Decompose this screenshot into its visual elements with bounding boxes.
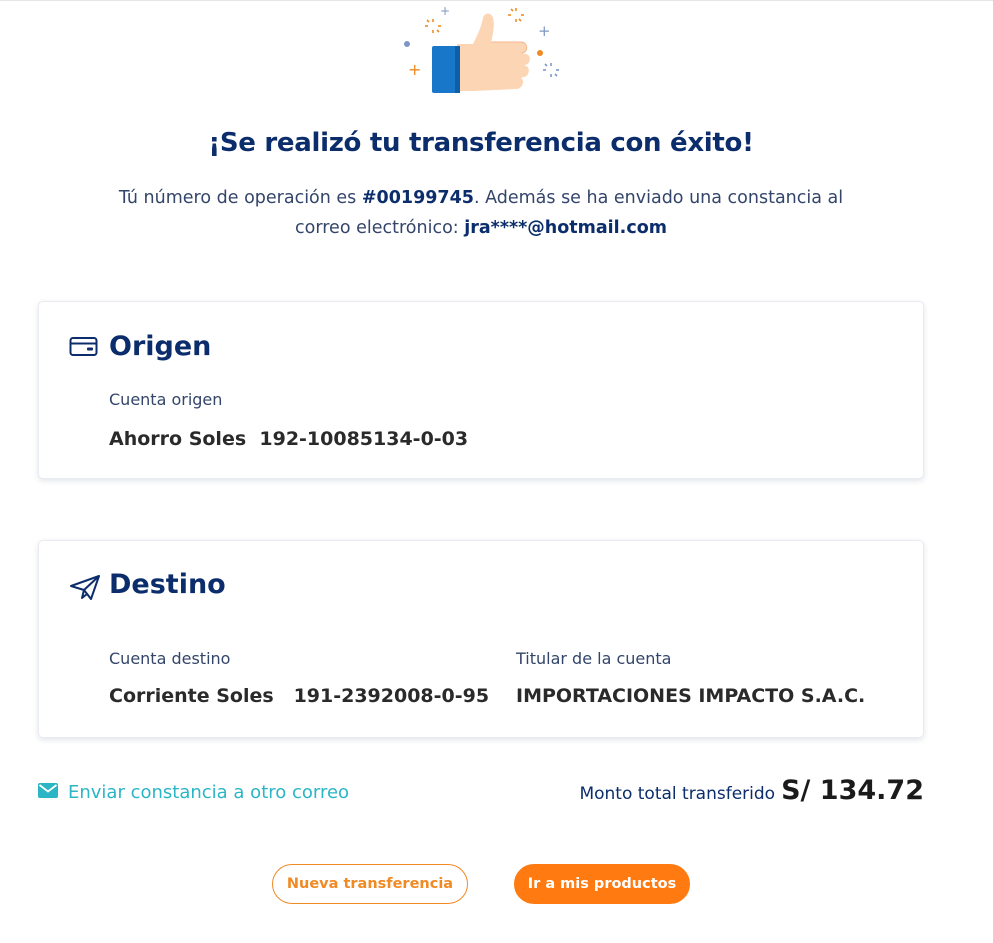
origin-card: Origen Cuenta origen Ahorro Soles 192-10… [38,301,924,479]
holder-label: Titular de la cuenta [516,649,672,668]
origin-account-number: 192-10085134-0-03 [259,428,469,450]
destination-account-value: Corriente Soles 191-2392008-0-95 [109,685,489,707]
destination-account-label: Cuenta destino [109,649,231,668]
svg-text:+: + [408,60,421,79]
card-icon [69,335,99,364]
send-receipt-link[interactable]: Enviar constancia a otro correo [38,782,349,803]
operation-prefix: Tú número de operación es [118,188,362,208]
origin-account-value: Ahorro Soles 192-10085134-0-03 [109,428,468,450]
origin-title: Origen [109,331,212,362]
destination-account-number: 191-2392008-0-95 [293,685,490,707]
page-title: ¡Se realizó tu transferencia con éxito! [208,128,754,158]
origin-account-type: Ahorro Soles [109,428,247,450]
holder-name: IMPORTACIONES IMPACTO S.A.C. [516,685,866,707]
masked-email: jra****@hotmail.com [464,218,667,238]
envelope-icon [38,782,58,803]
destination-title: Destino [109,569,226,600]
total-amount-row: Monto total transferido S/ 134.72 [579,775,924,806]
total-label: Monto total transferido [579,784,776,804]
thumbs-up-icon: + + + [395,2,565,102]
new-transfer-button[interactable]: Nueva transferencia [272,864,468,904]
total-amount: S/ 134.72 [781,775,924,806]
go-to-products-button[interactable]: Ir a mis productos [514,864,690,904]
destination-account-type: Corriente Soles [109,685,274,707]
top-divider [0,0,993,1]
operation-number: #00199745 [361,188,474,208]
svg-text:+: + [440,4,450,18]
destination-card: Destino Cuenta destino Corriente Soles 1… [38,540,924,738]
svg-text:+: + [538,22,551,40]
origin-account-label: Cuenta origen [109,390,223,409]
send-receipt-label: Enviar constancia a otro correo [68,782,350,803]
confirmation-message: Tú número de operación es #00199745. Ade… [90,183,872,243]
paper-plane-icon [69,573,101,606]
